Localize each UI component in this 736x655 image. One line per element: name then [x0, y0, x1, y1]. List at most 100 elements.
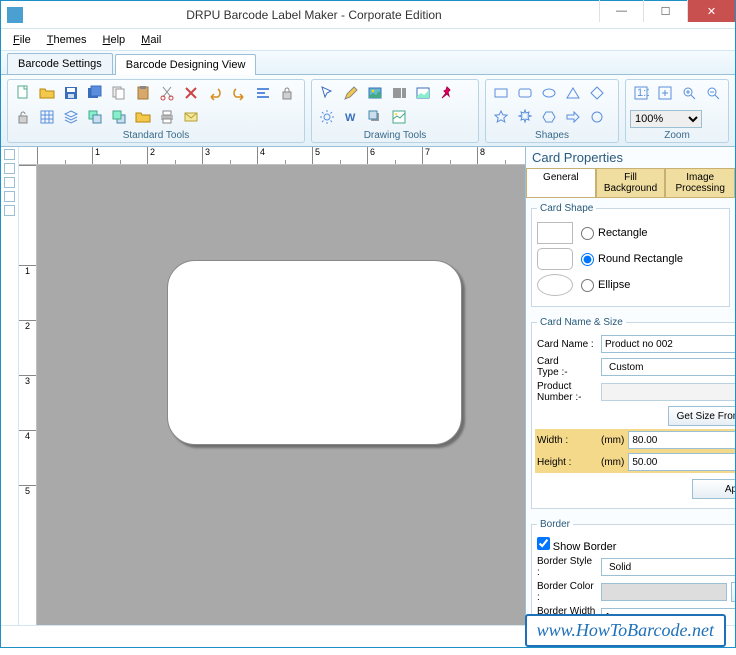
shape-circle-icon[interactable] [586, 106, 608, 128]
print-icon[interactable] [156, 106, 178, 128]
border-color-swatch[interactable] [601, 583, 727, 601]
height-input[interactable] [628, 453, 735, 471]
barcode-icon[interactable] [388, 82, 410, 104]
card-type-label: Card Type :- [537, 356, 597, 378]
folder-icon[interactable] [132, 106, 154, 128]
border-style-label: Border Style : [537, 556, 597, 578]
group-shapes-label: Shapes [486, 130, 618, 142]
shape-preview-rrect [537, 248, 573, 270]
prodnum-label: Product Number :- [537, 381, 597, 403]
shape-diamond-icon[interactable] [586, 82, 608, 104]
card-type-select[interactable]: Custom [601, 358, 735, 376]
width-input[interactable] [628, 431, 735, 449]
shape-ellipse-icon[interactable] [538, 82, 560, 104]
lock-icon[interactable] [276, 82, 298, 104]
svg-text:W: W [345, 112, 356, 124]
get-size-printer-button[interactable]: Get Size From Printer [668, 406, 735, 426]
group-zoom-label: Zoom [626, 130, 728, 142]
pin-icon[interactable] [436, 82, 458, 104]
svg-text:1:1: 1:1 [637, 87, 649, 99]
wordart-icon[interactable]: W [340, 106, 362, 128]
shape-hexagon-icon[interactable] [538, 106, 560, 128]
left-strip [1, 147, 19, 625]
shape-rect-icon[interactable] [490, 82, 512, 104]
horizontal-ruler: 12345678 [19, 147, 525, 165]
minimize-button[interactable]: — [599, 0, 643, 22]
shape-radio-ellipse[interactable] [581, 279, 594, 292]
apply-button[interactable]: Apply [692, 479, 735, 499]
save-all-icon[interactable] [84, 82, 106, 104]
shape-preview-ellipse [537, 274, 573, 296]
tab-barcode-settings[interactable]: Barcode Settings [7, 53, 113, 74]
zoom-select[interactable]: 100% [630, 110, 702, 128]
new-icon[interactable] [12, 82, 34, 104]
card-preview[interactable] [167, 260, 462, 445]
watermark: www.HowToBarcode.net [525, 614, 726, 647]
design-canvas[interactable] [37, 165, 525, 625]
copy-icon[interactable] [108, 82, 130, 104]
ptab-image[interactable]: Image Processing [665, 168, 735, 197]
gear-icon[interactable] [316, 106, 338, 128]
shape-legend: Card Shape [537, 203, 596, 214]
pencil-icon[interactable] [340, 82, 362, 104]
zoom-fit-icon[interactable]: 1:1 [630, 82, 652, 104]
height-label: Height : [537, 457, 597, 468]
open-icon[interactable] [36, 82, 58, 104]
shadow-icon[interactable] [364, 106, 386, 128]
unlock-icon[interactable] [12, 106, 34, 128]
align-icon[interactable] [252, 82, 274, 104]
shape-radio-rect[interactable] [581, 227, 594, 240]
save-icon[interactable] [60, 82, 82, 104]
image-icon[interactable] [364, 82, 386, 104]
shape-arrow-icon[interactable] [562, 106, 584, 128]
window-title: DRPU Barcode Label Maker - Corporate Edi… [29, 8, 599, 22]
ptab-general[interactable]: General [526, 168, 596, 197]
close-button[interactable]: ✕ [687, 0, 735, 22]
border-legend: Border [537, 519, 573, 530]
shape-preview-rect [537, 222, 573, 244]
maximize-button[interactable]: ☐ [643, 0, 687, 22]
shape-burst-icon[interactable] [514, 106, 536, 128]
border-color-picker-button[interactable]: ... [731, 582, 735, 602]
photo-icon[interactable] [412, 82, 434, 104]
mail-icon[interactable] [180, 106, 202, 128]
panel-title: Card Properties [526, 147, 735, 168]
menu-file[interactable]: File [5, 32, 39, 48]
width-label: Width : [537, 435, 597, 446]
layer-icon[interactable] [60, 106, 82, 128]
zoom-extent-icon[interactable] [654, 82, 676, 104]
shape-radio-rrect[interactable] [581, 253, 594, 266]
shape-triangle-icon[interactable] [562, 82, 584, 104]
app-icon [7, 7, 23, 23]
vertical-ruler: 12345 [19, 165, 37, 625]
prodnum-select [601, 383, 735, 401]
menu-help[interactable]: Help [95, 32, 134, 48]
paste-icon[interactable] [132, 82, 154, 104]
delete-icon[interactable] [180, 82, 202, 104]
border-style-select[interactable]: Solid [601, 558, 735, 576]
tab-barcode-designing[interactable]: Barcode Designing View [115, 54, 257, 75]
front-icon[interactable] [84, 106, 106, 128]
ptab-fill[interactable]: Fill Background [596, 168, 666, 197]
shape-rrect-icon[interactable] [514, 82, 536, 104]
group-standard-label: Standard Tools [8, 130, 304, 142]
menu-mail[interactable]: Mail [133, 32, 169, 48]
border-color-label: Border Color : [537, 581, 597, 603]
redo-icon[interactable] [228, 82, 250, 104]
card-name-label: Card Name : [537, 339, 597, 350]
cut-icon[interactable] [156, 82, 178, 104]
menu-themes[interactable]: Themes [39, 32, 95, 48]
back-icon[interactable] [108, 106, 130, 128]
picture-icon[interactable] [388, 106, 410, 128]
shape-star-icon[interactable] [490, 106, 512, 128]
undo-icon[interactable] [204, 82, 226, 104]
group-drawing-label: Drawing Tools [312, 130, 478, 142]
namesize-legend: Card Name & Size [537, 317, 626, 328]
select-icon[interactable] [316, 82, 338, 104]
show-border-check[interactable] [537, 537, 550, 550]
card-name-input[interactable] [601, 335, 735, 353]
zoom-in-icon[interactable] [678, 82, 700, 104]
menu-bar: File Themes Help Mail [1, 29, 735, 51]
zoom-out-icon[interactable] [702, 82, 724, 104]
grid-icon[interactable] [36, 106, 58, 128]
